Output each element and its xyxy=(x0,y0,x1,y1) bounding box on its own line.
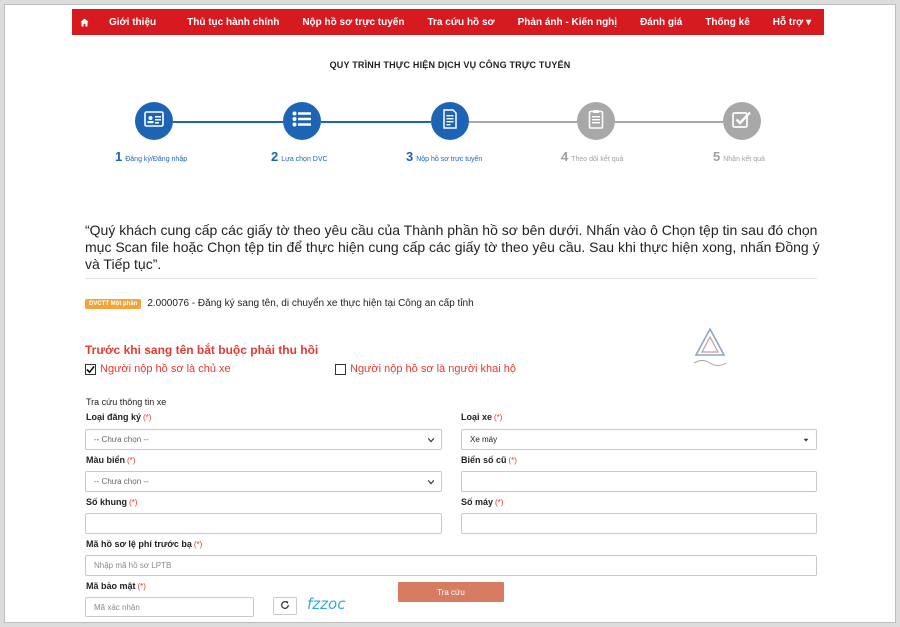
step-2-label: 2 Lựa chọn DVC xyxy=(271,149,328,164)
captcha-image: fzzoc xyxy=(307,595,346,613)
nav-item-thong-ke[interactable]: Thống kê xyxy=(705,17,749,28)
home-icon[interactable] xyxy=(80,17,89,27)
step-5-circle xyxy=(723,102,761,140)
search-button[interactable]: Tra cứu xyxy=(398,582,504,602)
service-row: DVCTT Một phần 2.000076 - Đăng ký sang t… xyxy=(85,298,474,309)
page-frame: Giới thiệu Thủ tục hành chính Nộp hồ sơ … xyxy=(4,4,896,623)
frame-no-label: Số khung (*) xyxy=(86,497,138,507)
owner-checkbox[interactable] xyxy=(85,363,96,375)
nav-item-thu-tuc[interactable]: Thủ tục hành chính xyxy=(187,17,279,28)
step-connector xyxy=(615,121,723,123)
step-1-circle xyxy=(135,102,173,140)
old-plate-label: Biển số cũ (*) xyxy=(461,455,517,465)
refresh-captcha-button[interactable] xyxy=(273,597,297,615)
step-2-circle xyxy=(283,102,321,140)
reg-type-select[interactable]: -- Chưa chọn -- xyxy=(85,429,442,450)
caret-down-icon xyxy=(802,436,810,446)
fee-code-label: Mã hồ sơ lệ phí trước bạ (*) xyxy=(86,539,203,549)
chevron-down-icon xyxy=(427,436,435,446)
checkbox-icon xyxy=(732,110,752,133)
step-connector xyxy=(321,121,431,123)
main-nav: Giới thiệu Thủ tục hành chính Nộp hồ sơ … xyxy=(72,9,824,35)
proxy-checkbox[interactable] xyxy=(335,363,346,375)
step-5-label: 5 Nhận kết quả xyxy=(713,149,765,164)
nav-item-ho-tro[interactable]: Hỗ trợ ▾ xyxy=(773,17,811,28)
engine-no-input[interactable] xyxy=(461,513,817,534)
captcha-label: Mã bảo mật (*) xyxy=(86,581,146,591)
watermark-logo xyxy=(688,325,732,369)
step-3-label: 3 Nộp hồ sơ trực tuyến xyxy=(406,149,483,164)
lookup-section-title: Tra cứu thông tin xe xyxy=(86,397,167,407)
service-badge: DVCTT Một phần xyxy=(85,298,142,309)
instruction-text: “Quý khách cung cấp các giấy tờ theo yêu… xyxy=(85,222,820,272)
nav-item-danh-gia[interactable]: Đánh giá xyxy=(640,17,682,28)
step-4-circle xyxy=(577,102,615,140)
step-connector xyxy=(173,121,283,123)
fee-code-input[interactable]: Nhập mã hồ sơ LPTB xyxy=(85,555,817,576)
step-3-circle xyxy=(431,102,469,140)
reg-type-label: Loại đăng ký (*) xyxy=(86,412,152,422)
recall-title: Trước khi sang tên bắt buộc phải thu hồi xyxy=(85,343,319,357)
nav-item-tra-cuu[interactable]: Tra cứu hồ sơ xyxy=(427,17,494,28)
nav-item-nop-ho-so[interactable]: Nộp hồ sơ trực tuyến xyxy=(302,17,404,28)
frame-no-input[interactable] xyxy=(85,513,442,534)
process-title: QUY TRÌNH THỰC HIỆN DỊCH VỤ CÔNG TRỰC TU… xyxy=(329,60,571,70)
divider xyxy=(85,278,817,279)
list-icon xyxy=(292,111,312,132)
step-1-label: 1 Đăng ký/Đăng nhập xyxy=(115,149,188,164)
process-stepper: 1 Đăng ký/Đăng nhập 2 Lựa chọn DVC 3 Nộp hồ… xyxy=(5,102,895,172)
step-4-label: 4 Theo dõi kết quả xyxy=(561,149,624,164)
captcha-input[interactable]: Mã xác nhận xyxy=(85,597,254,617)
step-connector xyxy=(469,121,577,123)
vehicle-type-label: Loại xe (*) xyxy=(461,412,503,422)
clipboard-icon xyxy=(588,109,604,134)
service-name: 2.000076 - Đăng ký sang tên, di chuyển x… xyxy=(147,298,474,309)
document-icon xyxy=(442,108,458,134)
nav-item-gioi-thieu[interactable]: Giới thiệu xyxy=(109,17,156,28)
option-proxy[interactable]: Người nộp hồ sơ là người khai hộ xyxy=(335,363,516,375)
vehicle-type-select[interactable]: Xe máy xyxy=(461,429,817,450)
old-plate-input[interactable] xyxy=(461,471,817,492)
owner-label: Người nộp hồ sơ là chủ xe xyxy=(100,363,231,375)
id-card-icon xyxy=(144,110,164,132)
refresh-icon xyxy=(280,597,290,615)
checkmark-icon xyxy=(86,365,95,373)
nav-item-phan-anh[interactable]: Phản ánh - Kiến nghị xyxy=(518,17,617,28)
proxy-label: Người nộp hồ sơ là người khai hộ xyxy=(350,363,517,375)
engine-no-label: Số máy (*) xyxy=(461,497,504,507)
plate-color-select[interactable]: -- Chưa chọn -- xyxy=(85,471,442,492)
plate-color-label: Màu biển (*) xyxy=(86,455,136,465)
option-owner[interactable]: Người nộp hồ sơ là chủ xe xyxy=(85,363,231,375)
chevron-down-icon xyxy=(427,478,435,488)
